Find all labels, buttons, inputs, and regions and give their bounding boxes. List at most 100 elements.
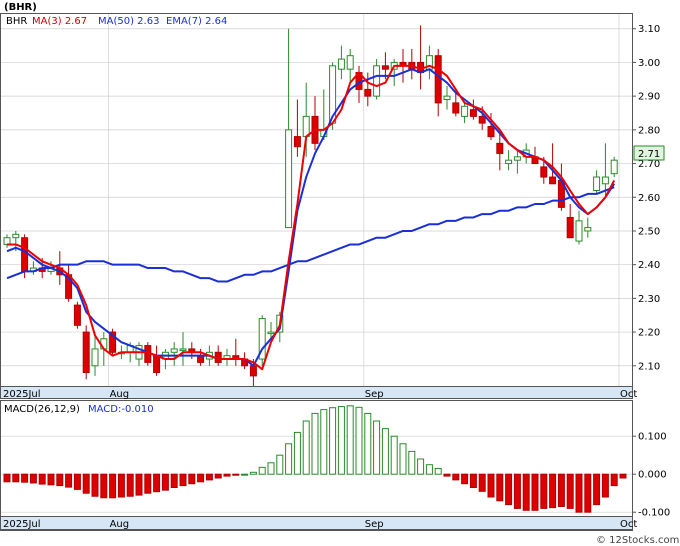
macd-bar	[434, 468, 442, 475]
candle-body	[505, 159, 513, 165]
macd-bar	[144, 473, 152, 494]
macd-bar	[153, 473, 161, 493]
macd-bar	[188, 473, 196, 485]
macd-bar	[619, 473, 627, 479]
macd-bar	[417, 458, 425, 475]
macd-bar	[593, 473, 601, 506]
macd-bar	[241, 473, 249, 476]
price-tick-label: 3.00	[638, 58, 660, 69]
candle-body	[381, 65, 389, 70]
macd-bar	[258, 466, 266, 475]
candle-body	[593, 176, 601, 192]
price-axis: 3.10 3.00 2.90 2.80 2.70 2.60 2.50 2.40 2.30 2.20…	[632, 24, 660, 372]
candle	[610, 156, 618, 178]
candle-body	[452, 102, 460, 114]
macd-bar	[487, 473, 495, 498]
macd-bar	[601, 473, 609, 498]
macd-bar	[566, 473, 574, 509]
month-label: 2025Jul	[3, 519, 41, 530]
candle-body	[153, 355, 161, 374]
macd-tick-label: 0.100	[638, 432, 667, 443]
candle-body	[601, 176, 609, 185]
macd-bar	[522, 473, 530, 511]
month-label: Oct	[620, 519, 637, 530]
candle-body	[179, 348, 187, 351]
price-tick-label: 2.60	[638, 193, 660, 204]
candle-body	[575, 220, 583, 242]
last-price-label: 2.71	[638, 149, 660, 160]
macd-bar	[29, 473, 37, 484]
price-tick-label: 2.10	[638, 361, 660, 372]
price-tick-label: 2.40	[638, 260, 660, 271]
macd-bar	[293, 431, 301, 475]
month-label: Aug	[110, 519, 130, 530]
macd-bar	[249, 471, 257, 475]
symbol-title: (BHR)	[4, 2, 37, 13]
candle-body	[21, 237, 29, 272]
macd-bar	[126, 473, 134, 497]
macd-bar	[214, 473, 222, 479]
macd-bar	[610, 473, 618, 487]
candle-body	[3, 237, 11, 245]
macd-bar	[311, 412, 319, 475]
month-label: Sep	[365, 389, 384, 400]
macd-bar	[425, 464, 433, 475]
price-tick-label: 2.50	[638, 226, 660, 237]
macd-bar	[117, 473, 125, 498]
legend-ma3: MA(3) 2.67	[32, 16, 87, 27]
macd-tick-label: 0.000	[638, 470, 667, 481]
macd-bar	[549, 473, 557, 509]
macd-bar	[56, 473, 64, 487]
candle-body	[434, 55, 442, 104]
candle-body	[478, 115, 486, 124]
watermark: © 12Stocks.com	[596, 535, 679, 546]
candle-body	[566, 216, 574, 239]
candle-body	[584, 227, 592, 232]
macd-bar	[21, 473, 29, 483]
price-tick-label: 2.70	[638, 159, 660, 170]
candle-body	[285, 129, 293, 229]
macd-bar	[161, 473, 169, 491]
macd-bar	[513, 473, 521, 509]
candle-body	[249, 365, 257, 377]
price-tick-label: 2.80	[638, 125, 660, 136]
candle	[258, 315, 266, 366]
macd-bar	[205, 473, 213, 481]
macd-bar	[373, 420, 381, 475]
legend-ema7: EMA(7) 2.64	[166, 16, 227, 27]
candle-body	[487, 125, 495, 138]
macd-bar	[109, 473, 117, 499]
macd-bar	[73, 473, 81, 490]
candle-body	[82, 331, 90, 374]
candle-body	[12, 233, 20, 239]
macd-legend-value: MACD:-0.010	[88, 404, 154, 415]
macd-axis: 0.100 0.000 -0.100	[632, 432, 670, 519]
candle	[73, 301, 81, 329]
stock-chart: 2025Jul Aug Sep Oct 3.10 3.00 2.90 2.80 2.70 2.6…	[0, 2, 679, 546]
macd-bar	[91, 473, 99, 497]
candle-body	[549, 176, 557, 185]
macd-bar	[540, 473, 548, 509]
macd-bar	[12, 473, 20, 483]
macd-bar	[65, 473, 73, 488]
macd-legend-params: MACD(26,12,9)	[4, 404, 80, 415]
candle-body	[346, 55, 354, 70]
legend-ma50: MA(50) 2.63	[98, 16, 159, 27]
macd-bar	[223, 473, 231, 477]
price-tick-label: 2.20	[638, 328, 660, 339]
month-label: 2025Jul	[3, 389, 41, 400]
macd-bar	[82, 473, 90, 494]
candle-body	[73, 304, 81, 326]
macd-bar	[443, 473, 451, 477]
macd-bar	[179, 473, 187, 487]
price-tick-label: 2.90	[638, 92, 660, 103]
macd-bar	[364, 412, 372, 475]
candle-body	[302, 115, 310, 138]
candle-body	[364, 88, 372, 97]
macd-bar	[381, 428, 389, 475]
macd-bar	[320, 409, 328, 475]
macd-bar	[47, 473, 55, 486]
macd-bar	[505, 473, 513, 506]
macd-bar	[197, 473, 205, 483]
macd-bar	[267, 462, 275, 475]
